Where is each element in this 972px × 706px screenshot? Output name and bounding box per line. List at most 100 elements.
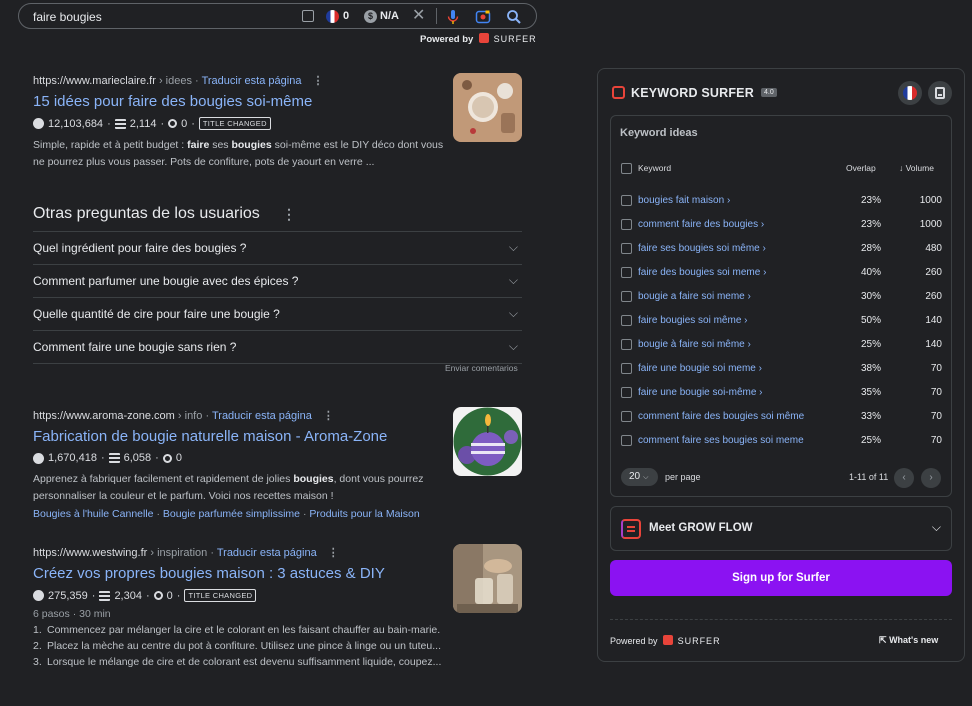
- save-button[interactable]: [928, 81, 952, 105]
- result-metrics: 275,359 · 2,304 · 0 · TITLE CHANGED: [33, 589, 445, 602]
- overlap-value: 33%: [860, 411, 881, 422]
- keyword-checkbox[interactable]: [621, 411, 632, 422]
- volume-value: 70: [930, 411, 942, 422]
- keyword-link[interactable]: faire ses bougies soi même ›: [638, 243, 766, 254]
- keyword-checkbox[interactable]: [621, 291, 632, 302]
- camera-lens-icon[interactable]: [474, 8, 492, 26]
- keyword-link[interactable]: comment faire ses bougies soi meme: [638, 435, 804, 446]
- keyword-checkbox[interactable]: [621, 435, 632, 446]
- keyword-ideas-heading: Keyword ideas: [620, 127, 698, 139]
- keyword-row: bougie a faire soi meme › 30% 260: [611, 285, 951, 309]
- keyword-link[interactable]: comment faire des bougies soi même: [638, 411, 804, 422]
- paa-title: Otras preguntas de los usuarios: [33, 205, 260, 222]
- result-path: › idees: [158, 75, 192, 87]
- sublink[interactable]: Produits pour la Maison: [309, 508, 419, 520]
- translate-link[interactable]: Traducir esta página: [212, 410, 312, 422]
- result-domain[interactable]: https://www.marieclaire.fr: [33, 75, 156, 87]
- keyword-checkbox[interactable]: [621, 363, 632, 374]
- keyword-link[interactable]: faire une bougie soi-même ›: [638, 387, 763, 398]
- translate-link[interactable]: Traducir esta página: [202, 75, 302, 87]
- select-all-checkbox[interactable]: [621, 163, 632, 174]
- paa-more-icon[interactable]: ⋮: [282, 206, 296, 223]
- column-header-volume[interactable]: ↓ Volume: [899, 163, 934, 173]
- search-checkbox[interactable]: [302, 10, 314, 22]
- result-url[interactable]: https://www.westwing.fr › inspiration · …: [33, 546, 445, 559]
- chevron-down-icon[interactable]: ⌵: [509, 273, 518, 288]
- paa-question[interactable]: Quelle quantité de cire pour faire une b…: [33, 297, 522, 330]
- paa-question[interactable]: Quel ingrédient pour faire des bougies ?…: [33, 231, 522, 264]
- keyword-ideas-box: Keyword ideas Keyword Overlap ↓ Volume b…: [610, 115, 952, 497]
- signup-button[interactable]: Sign up for Surfer: [610, 560, 952, 596]
- word-count-icon: [99, 590, 111, 601]
- whats-new-link[interactable]: ⇱ What's new: [879, 635, 938, 646]
- next-page-icon[interactable]: ›: [921, 468, 941, 488]
- translate-link[interactable]: Traducir esta página: [217, 547, 317, 559]
- keyword-link[interactable]: comment faire des bougies ›: [638, 219, 764, 230]
- keyword-checkbox[interactable]: [621, 339, 632, 350]
- chevron-down-icon[interactable]: ⌵: [932, 520, 941, 535]
- powered-by-surfer[interactable]: Powered by SURFER: [420, 33, 537, 45]
- volume-value: 260: [925, 267, 942, 278]
- column-header-overlap[interactable]: Overlap: [846, 163, 876, 173]
- language-button[interactable]: [898, 81, 922, 105]
- pagination-range: 1-11 of 11: [849, 472, 889, 482]
- column-header-keyword[interactable]: Keyword: [638, 163, 671, 173]
- chevron-down-icon[interactable]: ⌵: [509, 339, 518, 354]
- paa-question[interactable]: Comment parfumer une bougie avec des épi…: [33, 264, 522, 297]
- more-options-icon[interactable]: ⋮: [328, 547, 339, 559]
- result-title[interactable]: 15 idées pour faire des bougies soi-même: [33, 93, 445, 110]
- chevron-down-icon[interactable]: ⌵: [509, 240, 518, 255]
- more-options-icon[interactable]: ⋮: [313, 75, 324, 87]
- per-page-label: per page: [665, 472, 701, 482]
- feedback-link[interactable]: Enviar comentarios: [445, 363, 518, 373]
- sublink[interactable]: Bougies à l'huile Cannelle: [33, 508, 154, 520]
- result-domain[interactable]: https://www.aroma-zone.com: [33, 410, 175, 422]
- keyword-link[interactable]: bougies fait maison ›: [638, 195, 730, 206]
- more-options-icon[interactable]: ⋮: [323, 410, 334, 422]
- overlap-value: 38%: [860, 363, 881, 374]
- keyword-checkbox[interactable]: [621, 387, 632, 398]
- keyword-link[interactable]: faire des bougies soi meme ›: [638, 267, 766, 278]
- keyword-row: comment faire des bougies soi même 33% 70: [611, 405, 951, 429]
- powered-by-surfer[interactable]: Powered by SURFER: [610, 635, 721, 646]
- keyword-checkbox[interactable]: [621, 243, 632, 254]
- search-box[interactable]: faire bougies 0 $ N/A ✕: [18, 3, 537, 29]
- result-url[interactable]: https://www.aroma-zone.com › info · Trad…: [33, 409, 445, 422]
- search-input[interactable]: faire bougies: [33, 10, 102, 24]
- per-page-select[interactable]: 20 ⌵: [621, 468, 658, 486]
- microphone-icon[interactable]: [444, 8, 462, 26]
- result-thumbnail[interactable]: [453, 73, 522, 142]
- result-snippet: Apprenez à fabriquer facilement et rapid…: [33, 473, 424, 502]
- clear-icon[interactable]: ✕: [412, 7, 425, 25]
- traffic-value: 12,103,684: [48, 117, 104, 130]
- search-icon[interactable]: [505, 8, 523, 26]
- keyword-link[interactable]: bougie à faire soi même ›: [638, 339, 751, 350]
- volume-value: 70: [930, 363, 942, 374]
- result-url[interactable]: https://www.marieclaire.fr › idees · Tra…: [33, 74, 445, 87]
- prev-page-icon[interactable]: ‹: [894, 468, 914, 488]
- traffic-icon: [33, 590, 44, 601]
- keyword-link[interactable]: faire bougies soi même ›: [638, 315, 748, 326]
- keyword-link[interactable]: faire une bougie soi meme ›: [638, 363, 762, 374]
- result-thumbnail[interactable]: [453, 407, 522, 476]
- result-domain[interactable]: https://www.westwing.fr: [33, 547, 147, 559]
- result-title[interactable]: Fabrication de bougie naturelle maison -…: [33, 428, 445, 445]
- keyword-checkbox[interactable]: [621, 219, 632, 230]
- grow-flow-section[interactable]: Meet GROW FLOW ⌵: [610, 506, 952, 551]
- keyword-checkbox[interactable]: [621, 315, 632, 326]
- paa-question[interactable]: Comment faire une bougie sans rien ? ⌵: [33, 330, 522, 363]
- surfer-logo-icon: [663, 635, 674, 645]
- keyword-count-value: 0: [175, 452, 182, 464]
- keyword-checkbox[interactable]: [621, 195, 632, 206]
- chevron-down-icon[interactable]: ⌵: [509, 306, 518, 321]
- word-count-icon: [108, 453, 120, 463]
- keyword-checkbox[interactable]: [621, 267, 632, 278]
- keyword-link[interactable]: bougie a faire soi meme ›: [638, 291, 751, 302]
- keyword-row: faire ses bougies soi même › 28% 480: [611, 237, 951, 261]
- result-title[interactable]: Créez vos propres bougies maison : 3 ast…: [33, 565, 445, 582]
- sublink[interactable]: Bougie parfumée simplissime: [163, 508, 300, 520]
- result-thumbnail[interactable]: [453, 544, 522, 613]
- step-item: 1. Commencez par mélanger la cire et le c…: [33, 624, 441, 636]
- powered-by-label: Powered by: [420, 34, 474, 45]
- france-flag-icon[interactable]: [326, 10, 339, 23]
